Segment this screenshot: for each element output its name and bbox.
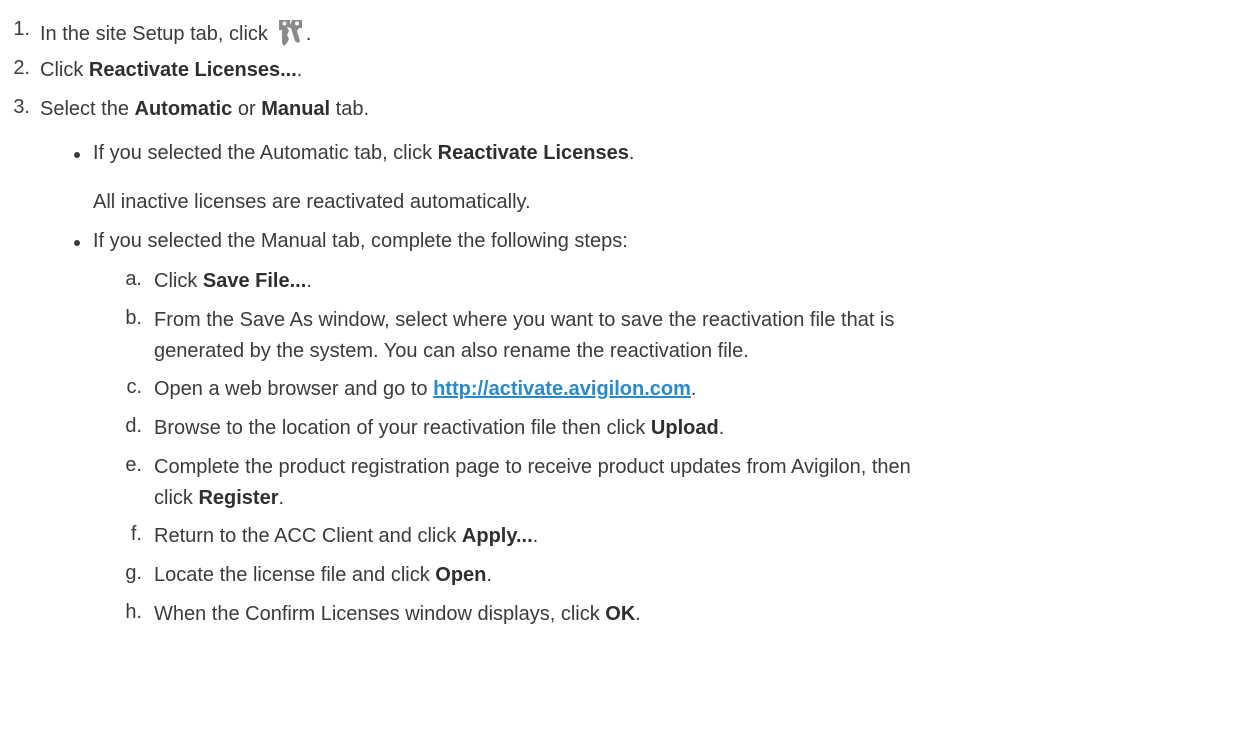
ui-label-manual: Manual (261, 98, 331, 120)
sub-step-text-before: Open a web browser and go to (154, 378, 434, 400)
ui-label-apply: Apply... (461, 525, 533, 547)
sub-step-text-after: . (532, 525, 539, 547)
sub-step-b-line-2: generated by the system. You can also re… (154, 340, 749, 362)
sub-step-letter: e. (125, 454, 142, 476)
sub-step-g: Locate the license file and click Open. (154, 562, 492, 588)
ui-label-automatic: Automatic (134, 98, 233, 120)
sub-step-c: Open a web browser and go to http://acti… (154, 376, 696, 402)
sub-step-e-line-1: Complete the product registration page t… (154, 456, 911, 478)
sub-step-text-before: Return to the ACC Client and click (154, 525, 462, 547)
keys-icon (276, 18, 306, 55)
sub-step-a: Click Save File.... (154, 268, 312, 294)
ui-label-register: Register (198, 487, 279, 509)
step-text-before: In the site Setup tab, click (40, 23, 268, 45)
step-text-after: tab. (330, 98, 370, 120)
ui-label-open: Open (435, 564, 487, 586)
step-text-after: . (296, 59, 303, 81)
sub-step-letter: b. (125, 307, 142, 329)
sub-step-text-before: Browse to the location of your reactivat… (154, 417, 651, 439)
bullet-dot (74, 240, 80, 246)
step-text: Click Reactivate Licenses.... (40, 57, 302, 83)
sub-step-b-line-1: From the Save As window, select where yo… (154, 309, 895, 331)
step-text-after: . (305, 23, 312, 45)
sub-step-text-after: . (278, 487, 285, 509)
sub-step-letter: c. (126, 376, 142, 398)
ui-label-reactivate-licenses: Reactivate Licenses (437, 142, 629, 164)
sub-step-text-before: When the Confirm Licenses window display… (154, 603, 606, 625)
bullet-note: All inactive licenses are reactivated au… (93, 191, 531, 213)
sub-step-h: When the Confirm Licenses window display… (154, 601, 641, 627)
ui-label-save-file: Save File... (202, 270, 307, 292)
sub-step-letter: f. (130, 523, 142, 545)
sub-step-text-after: . (690, 378, 697, 400)
sub-step-text-after: . (306, 270, 312, 292)
ui-label-upload: Upload (650, 417, 719, 439)
bullet-text-after: . (628, 142, 635, 164)
sub-step-text-before: click (154, 487, 199, 509)
sub-step-letter: a. (125, 268, 142, 290)
sub-step-text-after: . (718, 417, 725, 439)
sub-step-letter: d. (125, 415, 142, 437)
step-number: 2. (13, 57, 30, 79)
sub-step-text-before: Click (154, 270, 203, 292)
sub-step-d: Browse to the location of your reactivat… (154, 415, 724, 441)
sub-step-letter: g. (125, 562, 142, 584)
step-text: In the site Setup tab, click . (40, 18, 311, 55)
sub-step-text-after: . (486, 564, 492, 586)
step-text-before: Select the (40, 98, 135, 120)
ui-label-ok: OK (605, 603, 636, 625)
bullet-dot (74, 152, 80, 158)
step-text: Select the Automatic or Manual tab. (40, 96, 369, 122)
bullet-text: If you selected the Automatic tab, click… (93, 140, 634, 166)
sub-step-letter: h. (125, 601, 142, 623)
sub-step-text-after: . (635, 603, 641, 625)
step-number: 1. (13, 18, 30, 40)
step-text-before: Click (40, 59, 89, 81)
sub-step-e-line-2: click Register. (154, 485, 284, 511)
sub-step-text-before: Locate the license file and click (154, 564, 436, 586)
bullet-text-before: If you selected the Automatic tab, click (93, 142, 438, 164)
bullet-text: If you selected the Manual tab, complete… (93, 230, 628, 252)
sub-step-f: Return to the ACC Client and click Apply… (154, 523, 538, 549)
activation-link[interactable]: http://activate.avigilon.com (433, 378, 691, 400)
ui-label-reactivate-licenses: Reactivate Licenses... (88, 59, 297, 81)
step-text-mid: or (232, 98, 262, 120)
step-number: 3. (13, 96, 30, 118)
